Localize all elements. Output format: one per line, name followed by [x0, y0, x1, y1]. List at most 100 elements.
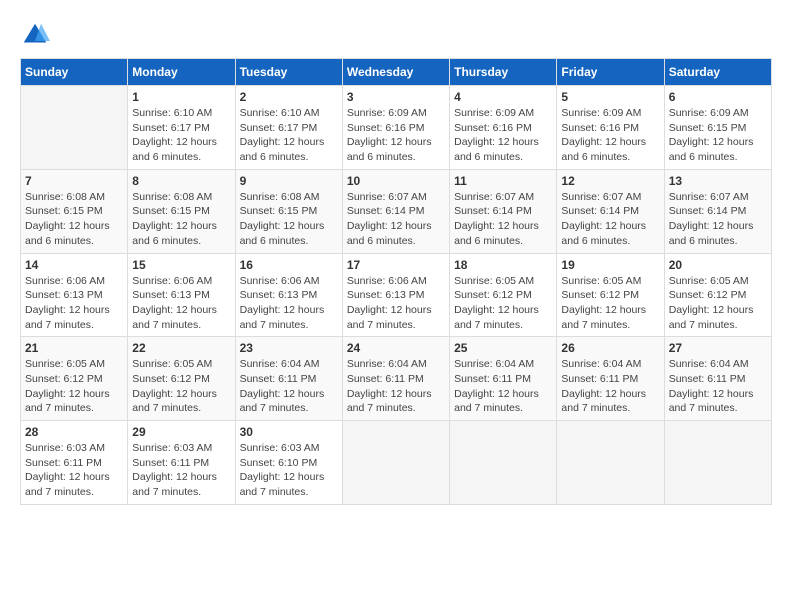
- day-info: Sunrise: 6:04 AM Sunset: 6:11 PM Dayligh…: [454, 357, 552, 416]
- day-number: 30: [240, 425, 338, 439]
- calendar-cell: 17 Sunrise: 6:06 AM Sunset: 6:13 PM Dayli…: [342, 253, 449, 337]
- day-info: Sunrise: 6:03 AM Sunset: 6:11 PM Dayligh…: [25, 441, 123, 500]
- day-info: Sunrise: 6:06 AM Sunset: 6:13 PM Dayligh…: [132, 274, 230, 333]
- day-info: Sunrise: 6:09 AM Sunset: 6:16 PM Dayligh…: [454, 106, 552, 165]
- calendar-cell: 21Sunrise: 6:05 AM Sunset: 6:12 PM Dayli…: [21, 337, 128, 421]
- day-number: 16: [240, 258, 338, 272]
- day-number: 8: [132, 174, 230, 188]
- calendar-cell: 14 Sunrise: 6:06 AM Sunset: 6:13 PM Dayli…: [21, 253, 128, 337]
- day-number: 7: [25, 174, 123, 188]
- calendar-cell: 2 Sunrise: 6:10 AM Sunset: 6:17 PM Daylig…: [235, 86, 342, 170]
- calendar-cell: [664, 421, 771, 505]
- day-info: Sunrise: 6:04 AM Sunset: 6:11 PM Dayligh…: [669, 357, 767, 416]
- day-number: 9: [240, 174, 338, 188]
- day-number: 11: [454, 174, 552, 188]
- day-number: 10: [347, 174, 445, 188]
- calendar-table: SundayMondayTuesdayWednesdayThursdayFrid…: [20, 58, 772, 505]
- calendar-cell: 11 Sunrise: 6:07 AM Sunset: 6:14 PM Dayli…: [450, 169, 557, 253]
- calendar-cell: 13Sunrise: 6:07 AM Sunset: 6:14 PM Dayli…: [664, 169, 771, 253]
- day-number: 1: [132, 90, 230, 104]
- day-number: 28: [25, 425, 123, 439]
- calendar-cell: 16Sunrise: 6:06 AM Sunset: 6:13 PM Dayli…: [235, 253, 342, 337]
- day-number: 25: [454, 341, 552, 355]
- day-number: 19: [561, 258, 659, 272]
- day-number: 3: [347, 90, 445, 104]
- day-number: 20: [669, 258, 767, 272]
- day-info: Sunrise: 6:07 AM Sunset: 6:14 PM Dayligh…: [669, 190, 767, 249]
- day-info: Sunrise: 6:06 AM Sunset: 6:13 PM Dayligh…: [25, 274, 123, 333]
- calendar-cell: [21, 86, 128, 170]
- day-info: Sunrise: 6:09 AM Sunset: 6:16 PM Dayligh…: [347, 106, 445, 165]
- day-number: 27: [669, 341, 767, 355]
- day-info: Sunrise: 6:10 AM Sunset: 6:17 PM Dayligh…: [240, 106, 338, 165]
- day-info: Sunrise: 6:04 AM Sunset: 6:11 PM Dayligh…: [347, 357, 445, 416]
- day-number: 6: [669, 90, 767, 104]
- day-number: 12: [561, 174, 659, 188]
- day-number: 17: [347, 258, 445, 272]
- weekday-header-row: SundayMondayTuesdayWednesdayThursdayFrid…: [21, 59, 772, 86]
- day-info: Sunrise: 6:06 AM Sunset: 6:13 PM Dayligh…: [347, 274, 445, 333]
- weekday-header-thursday: Thursday: [450, 59, 557, 86]
- calendar-cell: 15 Sunrise: 6:06 AM Sunset: 6:13 PM Dayli…: [128, 253, 235, 337]
- calendar-cell: 1Sunrise: 6:10 AM Sunset: 6:17 PM Daylig…: [128, 86, 235, 170]
- day-info: Sunrise: 6:05 AM Sunset: 6:12 PM Dayligh…: [132, 357, 230, 416]
- weekday-header-friday: Friday: [557, 59, 664, 86]
- calendar-cell: 8 Sunrise: 6:08 AM Sunset: 6:15 PM Daylig…: [128, 169, 235, 253]
- calendar-header: SundayMondayTuesdayWednesdayThursdayFrid…: [21, 59, 772, 86]
- day-info: Sunrise: 6:07 AM Sunset: 6:14 PM Dayligh…: [561, 190, 659, 249]
- day-info: Sunrise: 6:05 AM Sunset: 6:12 PM Dayligh…: [669, 274, 767, 333]
- calendar-week-2: 7 Sunrise: 6:08 AM Sunset: 6:15 PM Daylig…: [21, 169, 772, 253]
- day-info: Sunrise: 6:08 AM Sunset: 6:15 PM Dayligh…: [240, 190, 338, 249]
- weekday-header-wednesday: Wednesday: [342, 59, 449, 86]
- calendar-cell: 25 Sunrise: 6:04 AM Sunset: 6:11 PM Dayli…: [450, 337, 557, 421]
- calendar-cell: 19 Sunrise: 6:05 AM Sunset: 6:12 PM Dayli…: [557, 253, 664, 337]
- calendar-week-5: 28 Sunrise: 6:03 AM Sunset: 6:11 PM Dayli…: [21, 421, 772, 505]
- calendar-cell: 9 Sunrise: 6:08 AM Sunset: 6:15 PM Daylig…: [235, 169, 342, 253]
- calendar-week-1: 1 Sunrise: 6:10 AM Sunset: 6:17 PM Daylig…: [21, 86, 772, 170]
- calendar-cell: 23 Sunrise: 6:04 AM Sunset: 6:11 PM Dayli…: [235, 337, 342, 421]
- day-info: Sunrise: 6:07 AM Sunset: 6:14 PM Dayligh…: [454, 190, 552, 249]
- calendar-week-4: 21Sunrise: 6:05 AM Sunset: 6:12 PM Dayli…: [21, 337, 772, 421]
- day-info: Sunrise: 6:05 AM Sunset: 6:12 PM Dayligh…: [25, 357, 123, 416]
- calendar-cell: 18 Sunrise: 6:05 AM Sunset: 6:12 PM Dayli…: [450, 253, 557, 337]
- calendar-cell: 29 Sunrise: 6:03 AM Sunset: 6:11 PM Dayli…: [128, 421, 235, 505]
- day-number: 15: [132, 258, 230, 272]
- day-info: Sunrise: 6:04 AM Sunset: 6:11 PM Dayligh…: [240, 357, 338, 416]
- day-info: Sunrise: 6:07 AM Sunset: 6:14 PM Dayligh…: [347, 190, 445, 249]
- calendar-cell: 10 Sunrise: 6:07 AM Sunset: 6:14 PM Dayli…: [342, 169, 449, 253]
- calendar-cell: 7 Sunrise: 6:08 AM Sunset: 6:15 PM Daylig…: [21, 169, 128, 253]
- calendar-week-3: 14 Sunrise: 6:06 AM Sunset: 6:13 PM Dayli…: [21, 253, 772, 337]
- weekday-header-sunday: Sunday: [21, 59, 128, 86]
- day-info: Sunrise: 6:05 AM Sunset: 6:12 PM Dayligh…: [454, 274, 552, 333]
- calendar-cell: 4 Sunrise: 6:09 AM Sunset: 6:16 PM Daylig…: [450, 86, 557, 170]
- calendar-cell: 3 Sunrise: 6:09 AM Sunset: 6:16 PM Daylig…: [342, 86, 449, 170]
- day-info: Sunrise: 6:04 AM Sunset: 6:11 PM Dayligh…: [561, 357, 659, 416]
- weekday-header-monday: Monday: [128, 59, 235, 86]
- day-info: Sunrise: 6:03 AM Sunset: 6:11 PM Dayligh…: [132, 441, 230, 500]
- day-info: Sunrise: 6:05 AM Sunset: 6:12 PM Dayligh…: [561, 274, 659, 333]
- calendar-body: 1 Sunrise: 6:10 AM Sunset: 6:17 PM Daylig…: [21, 86, 772, 505]
- day-number: 4: [454, 90, 552, 104]
- calendar-cell: [450, 421, 557, 505]
- day-info: Sunrise: 6:08 AM Sunset: 6:15 PM Dayligh…: [132, 190, 230, 249]
- logo: [20, 20, 54, 50]
- calendar-cell: 5 Sunrise: 6:09 AM Sunset: 6:16 PM Daylig…: [557, 86, 664, 170]
- day-info: Sunrise: 6:08 AM Sunset: 6:15 PM Dayligh…: [25, 190, 123, 249]
- day-info: Sunrise: 6:09 AM Sunset: 6:15 PM Dayligh…: [669, 106, 767, 165]
- calendar-cell: 20 Sunrise: 6:05 AM Sunset: 6:12 PM Dayli…: [664, 253, 771, 337]
- day-number: 2: [240, 90, 338, 104]
- calendar-cell: 22 Sunrise: 6:05 AM Sunset: 6:12 PM Dayli…: [128, 337, 235, 421]
- day-number: 29: [132, 425, 230, 439]
- day-info: Sunrise: 6:03 AM Sunset: 6:10 PM Dayligh…: [240, 441, 338, 500]
- calendar-cell: 12 Sunrise: 6:07 AM Sunset: 6:14 PM Dayli…: [557, 169, 664, 253]
- day-number: 18: [454, 258, 552, 272]
- day-number: 22: [132, 341, 230, 355]
- calendar-cell: 27 Sunrise: 6:04 AM Sunset: 6:11 PM Dayli…: [664, 337, 771, 421]
- weekday-header-tuesday: Tuesday: [235, 59, 342, 86]
- calendar-cell: 26Sunrise: 6:04 AM Sunset: 6:11 PM Dayli…: [557, 337, 664, 421]
- day-number: 24: [347, 341, 445, 355]
- day-number: 14: [25, 258, 123, 272]
- day-number: 5: [561, 90, 659, 104]
- day-number: 23: [240, 341, 338, 355]
- day-info: Sunrise: 6:09 AM Sunset: 6:16 PM Dayligh…: [561, 106, 659, 165]
